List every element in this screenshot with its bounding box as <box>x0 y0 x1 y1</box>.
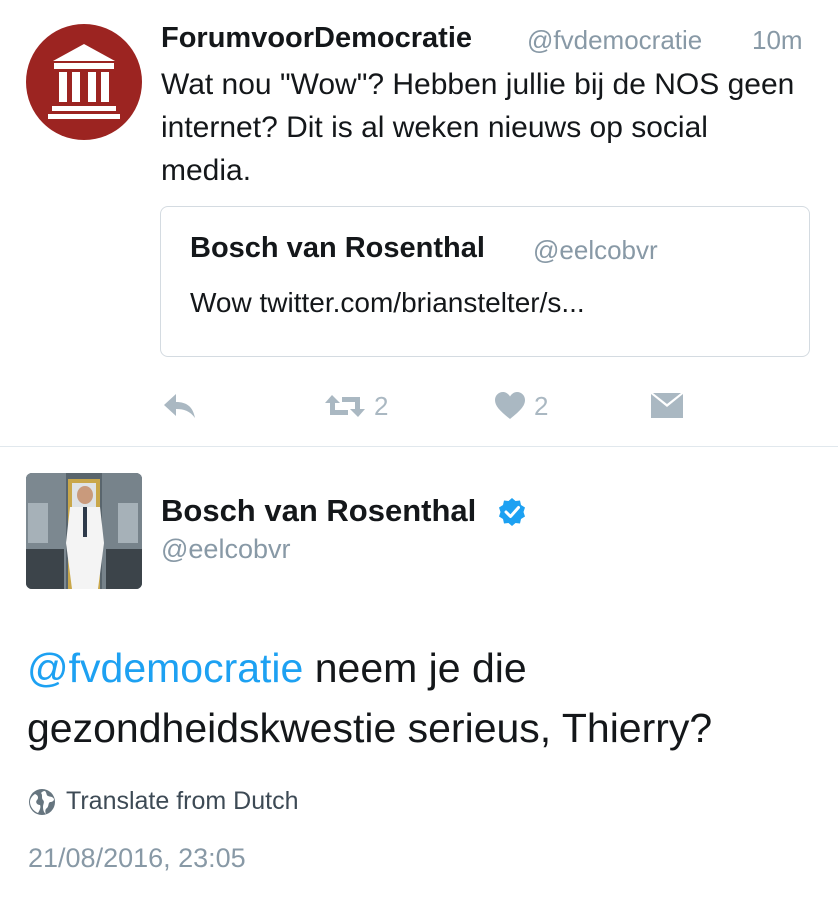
envelope-icon <box>651 393 683 418</box>
quoted-author-handle: @eelcobvr <box>533 235 658 265</box>
reply-icon <box>164 394 195 418</box>
author-handle[interactable]: @fvdemocratie <box>527 25 702 56</box>
building-logo-icon <box>48 44 120 119</box>
globe-icon <box>29 789 55 815</box>
retweet-icon <box>325 395 365 417</box>
direct-message-button[interactable] <box>650 386 684 426</box>
tweet-text: @fvdemocratie neem je die gezondheidskwe… <box>27 638 827 758</box>
like-button[interactable]: 2 <box>494 386 548 426</box>
author-handle[interactable]: @eelcobvr <box>161 534 290 565</box>
heart-icon <box>495 392 525 419</box>
quoted-tweet-card[interactable]: Bosch van Rosenthal @eelcobvr Wow twitte… <box>160 206 810 357</box>
author-avatar-photo[interactable] <box>26 473 142 589</box>
tweet-timestamp: 21/08/2016, 23:05 <box>28 843 246 873</box>
reply-button[interactable] <box>162 386 198 426</box>
quoted-author-name: Bosch van Rosenthal <box>190 232 485 264</box>
author-name[interactable]: ForumvoorDemocratie <box>161 22 472 55</box>
mention-link[interactable]: @fvdemocratie <box>27 645 303 691</box>
translate-link[interactable]: Translate from Dutch <box>66 787 298 816</box>
tweet-divider <box>0 446 838 447</box>
author-name[interactable]: Bosch van Rosenthal <box>161 493 476 529</box>
like-count: 2 <box>534 390 549 421</box>
tweet-text: Wat nou "Wow"? Hebben jullie bij de NOS … <box>161 68 795 187</box>
quoted-tweet-text: Wow twitter.com/brianstelter/s... <box>190 287 585 318</box>
retweet-count: 2 <box>374 390 389 421</box>
fvd-avatar[interactable] <box>26 24 142 140</box>
tweet-time: 10m <box>752 25 803 55</box>
verified-badge-icon <box>499 498 525 526</box>
retweet-button[interactable]: 2 <box>324 386 388 426</box>
